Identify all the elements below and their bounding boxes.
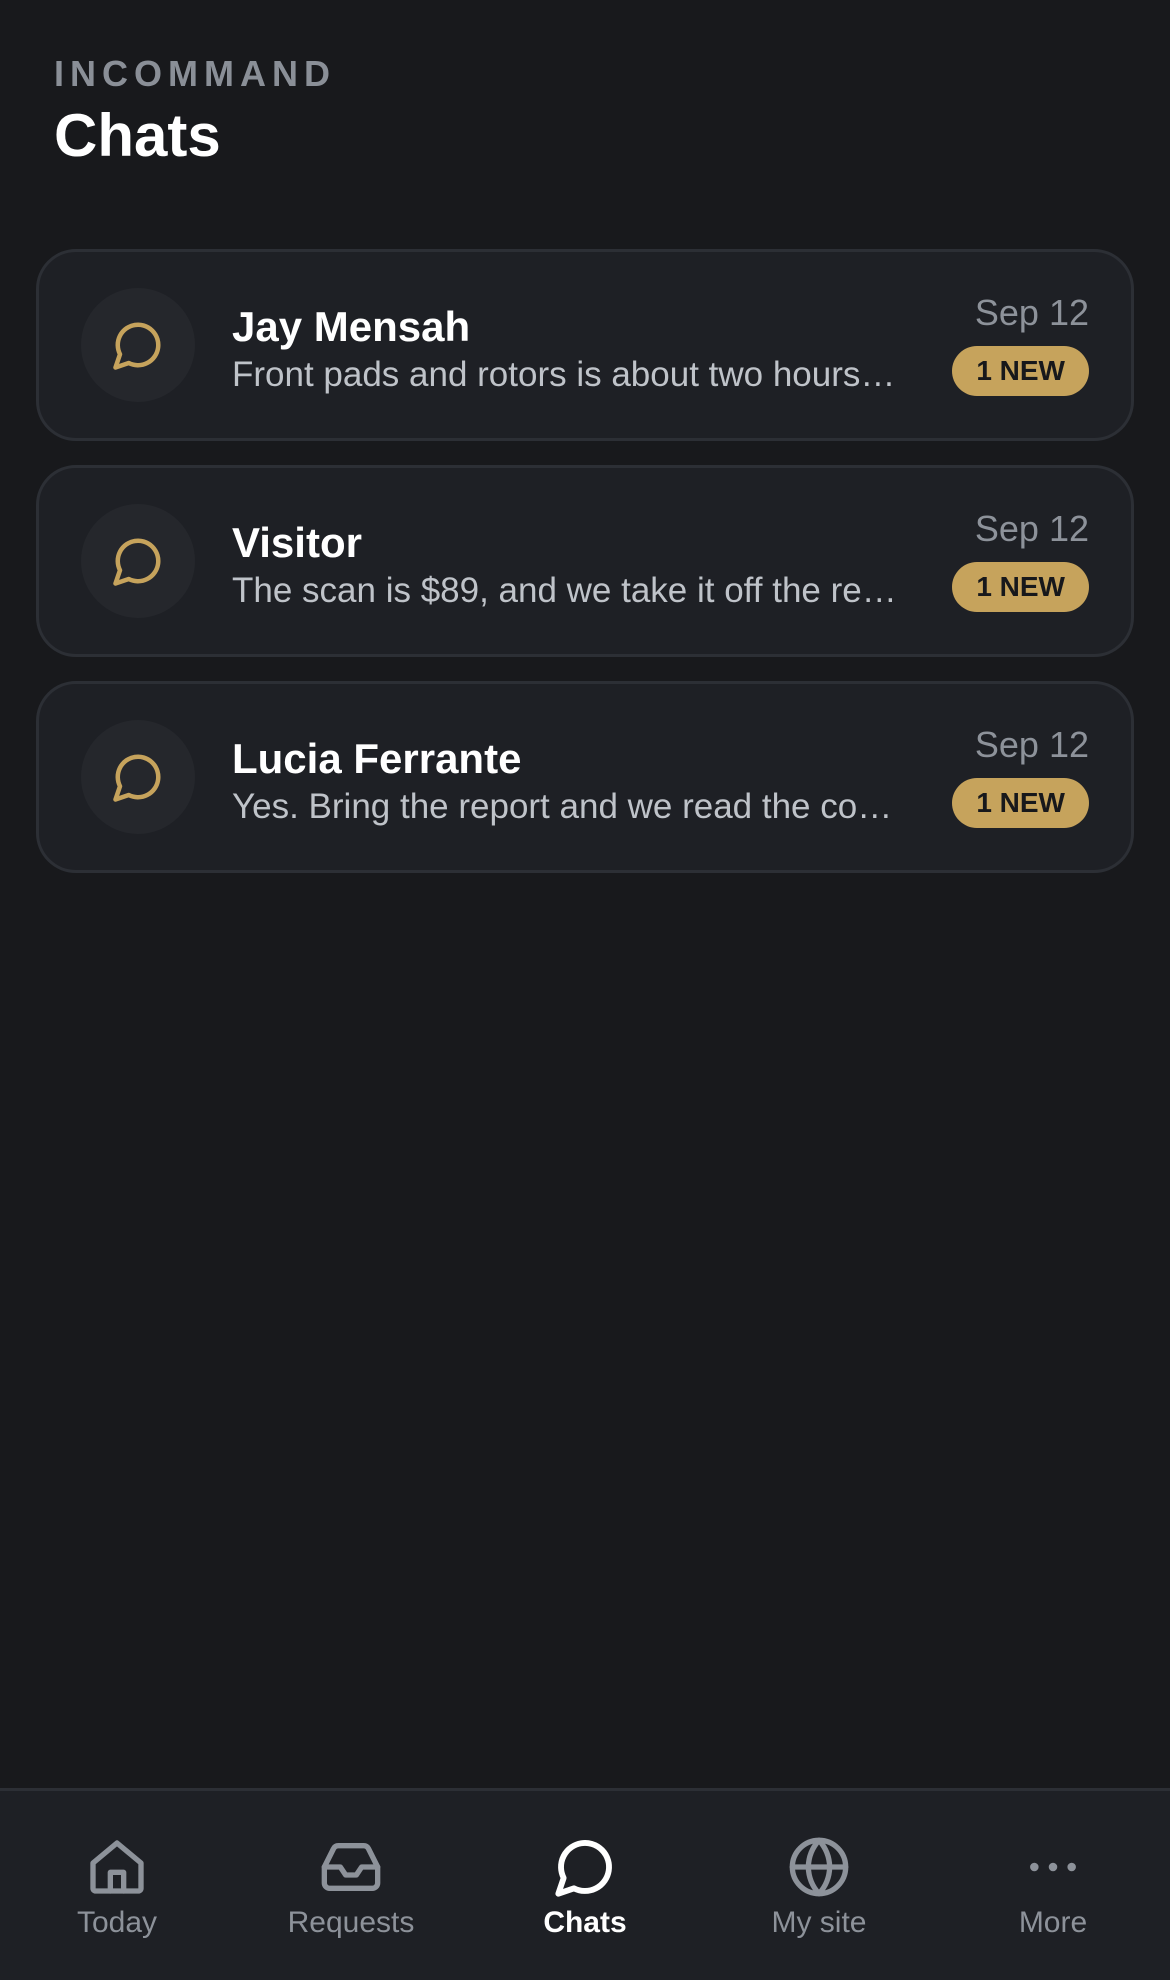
chat-date: Sep 12 [974, 292, 1089, 333]
tab-requests[interactable]: Requests [234, 1791, 468, 1980]
chat-message-preview: Yes. Bring the report and we read the co… [232, 787, 900, 826]
chat-meta: Sep 12 1 NEW [952, 506, 1089, 612]
new-message-badge: 1 NEW [952, 778, 1089, 828]
bottom-tab-bar: Today Requests Chats My site More [0, 1788, 1170, 1980]
chat-item-jay-mensah[interactable]: Jay Mensah Front pads and rotors is abou… [36, 249, 1134, 441]
globe-icon [789, 1837, 849, 1897]
avatar [81, 288, 195, 402]
tab-my-site[interactable]: My site [702, 1791, 936, 1980]
more-dots-icon [1030, 1862, 1076, 1872]
home-icon [90, 1840, 144, 1894]
tab-label: My site [771, 1906, 867, 1939]
chat-bubble-icon [113, 754, 161, 802]
tab-label: Chats [543, 1906, 627, 1939]
avatar [81, 504, 195, 618]
chat-text: Visitor The scan is $89, and we take it … [232, 518, 900, 614]
tab-chats[interactable]: Chats [468, 1791, 702, 1980]
tab-today[interactable]: Today [0, 1791, 234, 1980]
chat-text: Lucia Ferrante Yes. Bring the report and… [232, 734, 900, 830]
tab-label: Today [76, 1906, 158, 1939]
chat-bubble-icon [555, 1840, 612, 1897]
chat-bubble-icon [113, 322, 161, 370]
chat-meta: Sep 12 1 NEW [952, 722, 1089, 828]
chat-message-preview: Front pads and rotors is about two hours… [232, 355, 900, 394]
page-header: INCOMMAND Chats [54, 52, 336, 174]
chat-item-lucia-ferrante[interactable]: Lucia Ferrante Yes. Bring the report and… [36, 681, 1134, 873]
page-title: Chats [54, 102, 221, 169]
chat-message-preview: The scan is $89, and we take it off the … [232, 571, 900, 610]
chat-date: Sep 12 [974, 508, 1089, 549]
chat-item-visitor[interactable]: Visitor The scan is $89, and we take it … [36, 465, 1134, 657]
new-message-badge: 1 NEW [952, 562, 1089, 612]
chat-list: Jay Mensah Front pads and rotors is abou… [36, 249, 1134, 897]
tab-more[interactable]: More [936, 1791, 1170, 1980]
tab-label: More [1018, 1906, 1088, 1939]
chat-contact-name: Jay Mensah [232, 303, 471, 350]
chat-meta: Sep 12 1 NEW [952, 290, 1089, 396]
new-message-badge: 1 NEW [952, 346, 1089, 396]
app-brand: INCOMMAND [54, 53, 336, 94]
avatar [81, 720, 195, 834]
chat-contact-name: Lucia Ferrante [232, 735, 522, 782]
inbox-icon [321, 1843, 381, 1891]
chat-bubble-icon [113, 538, 161, 586]
chat-contact-name: Visitor [232, 519, 362, 566]
chat-text: Jay Mensah Front pads and rotors is abou… [232, 302, 900, 398]
chat-date: Sep 12 [974, 724, 1089, 765]
tab-label: Requests [287, 1906, 415, 1939]
